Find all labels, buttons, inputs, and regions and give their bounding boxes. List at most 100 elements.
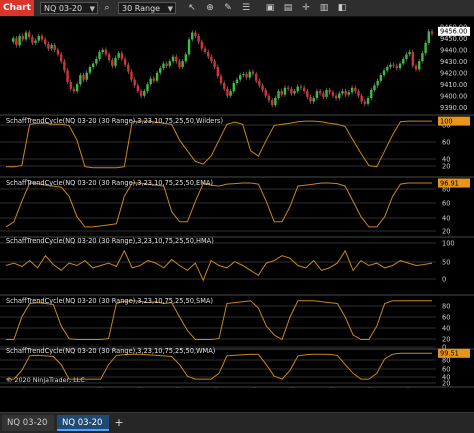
zoom-icon[interactable]: ⊕ — [204, 2, 216, 14]
candle-up — [143, 91, 146, 96]
candle-down — [430, 31, 434, 34]
candle-down — [302, 87, 306, 92]
candle-down — [69, 81, 72, 89]
candle-down — [354, 87, 357, 92]
candle-down — [130, 71, 133, 80]
candle-down — [280, 91, 283, 95]
candle-down — [175, 56, 178, 62]
candle-up — [341, 91, 344, 94]
candle-up — [418, 61, 421, 70]
candle-down — [251, 71, 255, 74]
candle-up — [283, 87, 287, 95]
candle-down — [136, 85, 140, 92]
chart-area[interactable]: 9460.009450.009440.009430.009420.009410.… — [0, 17, 474, 388]
add-tab-button[interactable]: + — [112, 415, 126, 431]
interval-value: 30 Range — [122, 4, 161, 13]
candle-down — [264, 90, 267, 96]
candle-down — [111, 60, 114, 66]
candle-down — [299, 86, 303, 88]
indicator-value-label: 96.91 — [440, 179, 459, 187]
candle-down — [21, 35, 24, 40]
candle-down — [219, 76, 223, 84]
price-axis: 9460.009450.009440.009430.009420.009410.… — [438, 23, 470, 112]
candle-up — [312, 98, 315, 102]
candle-up — [229, 91, 232, 96]
candle-down — [290, 88, 293, 94]
candle-up — [402, 58, 405, 64]
indicator-tick-label: 80 — [442, 302, 450, 310]
candle-up — [191, 32, 194, 40]
candle-up — [50, 45, 53, 49]
price-tick-label: 9450.00 — [440, 35, 467, 43]
candle-up — [389, 64, 392, 67]
interval-selector[interactable]: 30 Range ▼ — [118, 2, 176, 14]
tab-nq-2-active[interactable]: NQ 03-20 — [57, 415, 109, 431]
indicator-label-wma: SchaffTrendCycle(NQ 03-20 (30 Range),3,2… — [6, 347, 216, 355]
candle-down — [47, 44, 50, 49]
cursor-icon[interactable]: ✛ — [300, 2, 312, 14]
indicator-pane-3 — [0, 300, 436, 348]
candle-down — [56, 49, 60, 55]
indicator-pane-0 — [0, 120, 436, 169]
candle-up — [347, 92, 351, 95]
indicator-tick-label: 0 — [442, 275, 446, 283]
candle-up — [408, 52, 411, 55]
candle-down — [360, 95, 363, 102]
candle-down — [127, 64, 130, 72]
candle-down — [207, 52, 210, 57]
candle-down — [31, 37, 34, 43]
indicator-label-wilders: SchaffTrendCycle(NQ 03-20 (30 Range),3,2… — [6, 117, 224, 125]
instrument-selector[interactable]: NQ 03-20 ▼ — [40, 2, 98, 14]
list-icon[interactable]: ☰ — [240, 2, 252, 14]
draw-icon[interactable]: ✎ — [222, 2, 234, 14]
candle-up — [386, 67, 389, 71]
candle-down — [331, 92, 335, 96]
candle-down — [194, 32, 197, 36]
candle-down — [104, 49, 108, 55]
candle-up — [274, 98, 277, 105]
price-tick-label: 9420.00 — [440, 69, 467, 77]
copyright-text: © 2020 NinjaTrader, LLC — [6, 376, 85, 384]
properties-icon[interactable]: ▤ — [282, 2, 294, 14]
tab-nq-1[interactable]: NQ 03-20 — [2, 415, 54, 431]
candle-down — [344, 91, 347, 95]
display-icon[interactable]: ▥ — [318, 2, 330, 14]
indicator-label-hma: SchaffTrendCycle(NQ 03-20 (30 Range),3,2… — [6, 237, 214, 245]
candle-down — [139, 91, 143, 96]
indicator-line — [5, 182, 432, 228]
lock-icon[interactable]: ▣ — [264, 2, 276, 14]
candle-up — [18, 35, 21, 46]
candle-down — [203, 48, 207, 53]
indicator-line — [5, 249, 433, 282]
candle-down — [210, 56, 213, 62]
candle-up — [350, 87, 354, 93]
chart-window-tab[interactable]: Chart — [0, 0, 34, 16]
candle-up — [75, 84, 79, 92]
price-tick-label: 9410.00 — [440, 81, 467, 89]
candle-down — [120, 53, 124, 59]
search-icon[interactable]: ⌕ — [101, 2, 113, 14]
candle-down — [40, 35, 44, 40]
candle-up — [325, 90, 328, 97]
indicator-tick-label: 60 — [442, 138, 450, 146]
last-price-label: 9456.00 — [440, 28, 467, 36]
candle-down — [270, 100, 274, 105]
candle-up — [184, 54, 188, 62]
candle-up — [11, 38, 15, 42]
price-tick-label: 9400.00 — [440, 92, 467, 100]
candle-up — [427, 31, 431, 43]
candle-up — [24, 32, 28, 40]
candle-up — [338, 93, 341, 99]
candle-up — [168, 61, 172, 66]
candle-down — [133, 79, 136, 86]
candle-down — [267, 95, 271, 101]
pointer-icon[interactable]: ↖ — [186, 2, 198, 14]
layout-icon[interactable]: ◧ — [336, 2, 348, 14]
candle-up — [398, 63, 402, 69]
candle-down — [222, 83, 226, 89]
indicator-tick-label: 40 — [442, 214, 450, 222]
indicator-label-sma: SchaffTrendCycle(NQ 03-20 (30 Range),3,2… — [6, 297, 213, 305]
candle-up — [88, 67, 92, 73]
candle-up — [98, 52, 101, 59]
candle-up — [421, 53, 424, 62]
